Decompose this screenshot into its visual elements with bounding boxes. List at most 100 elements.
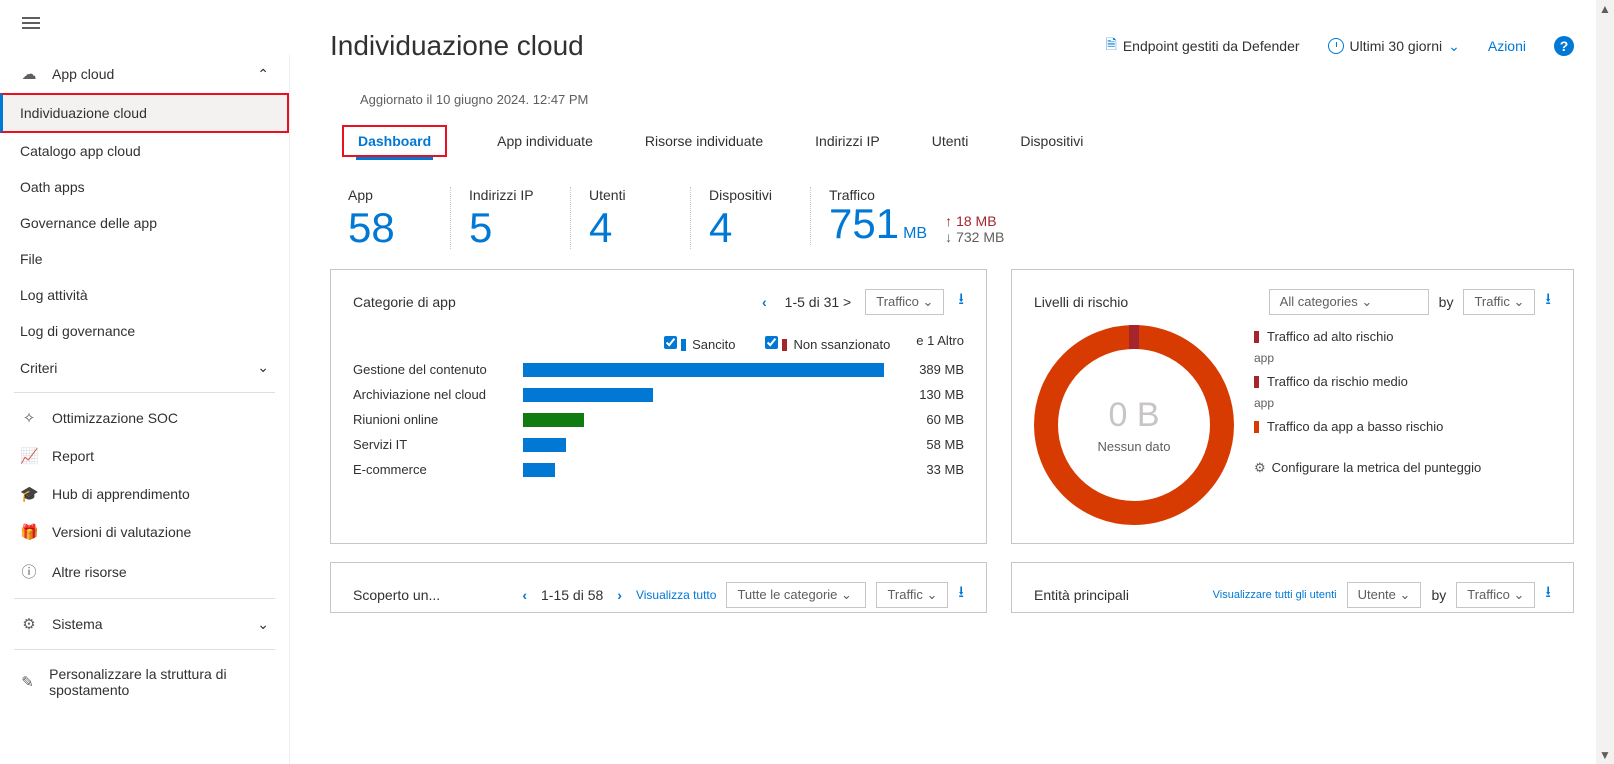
sidebar-item-catalogo[interactable]: Catalogo app cloud	[0, 133, 289, 169]
scroll-down-icon[interactable]: ▼	[1597, 746, 1613, 764]
donut-chart: 0 B Nessun dato	[1034, 325, 1234, 525]
sidebar-item-label: Altre risorse	[52, 564, 127, 580]
configure-score-link[interactable]: Configurare la metrica del punteggio	[1254, 456, 1481, 479]
tab-risorse-individuate[interactable]: Risorse individuate	[643, 125, 765, 157]
sidebar-item-hub-apprendimento[interactable]: 🎓 Hub di apprendimento	[0, 475, 289, 513]
page-actions: 🗎 Endpoint gestiti da Defender Ultimi 30…	[1106, 34, 1574, 58]
chevron-down-icon: ⌄	[1513, 294, 1524, 309]
bar-row[interactable]: Riunioni online60 MB	[353, 412, 964, 427]
bar-label: Archiviazione nel cloud	[353, 387, 523, 402]
bar-fill	[523, 413, 584, 427]
bar-track	[523, 463, 884, 477]
view-all-users-link[interactable]: Visualizzare tutti gli utenti	[1213, 589, 1337, 601]
tab-indirizzi-ip[interactable]: Indirizzi IP	[813, 125, 882, 157]
sidebar-item-label: Hub di apprendimento	[52, 486, 190, 502]
pager-next[interactable]: ›	[613, 587, 626, 603]
edit-icon: ✎	[20, 673, 35, 691]
tab-dashboard[interactable]: Dashboard	[356, 125, 433, 160]
risk-levels-card: Livelli di rischio All categories ⌄ by T…	[1011, 269, 1574, 544]
risk-category-select[interactable]: All categories ⌄	[1269, 289, 1429, 315]
bar-fill	[523, 388, 653, 402]
tab-app-individuate[interactable]: App individuate	[495, 125, 595, 157]
download-icon[interactable]: ⭳	[1545, 581, 1551, 608]
chevron-down-icon: ⌄	[257, 616, 269, 633]
tab-utenti[interactable]: Utenti	[930, 125, 971, 157]
legend-other: e 1 Altro	[916, 333, 964, 352]
stat-devices[interactable]: Dispositivi 4	[690, 187, 780, 249]
sidebar-item-oath-apps[interactable]: Oath apps	[0, 169, 289, 205]
download-icon[interactable]: ⭳	[958, 581, 964, 608]
sidebar-item-report[interactable]: 📈 Report	[0, 437, 289, 475]
risk-sublabel: app	[1254, 348, 1481, 370]
sidebar-item-sistema[interactable]: ⚙ Sistema ⌄	[0, 605, 289, 643]
card-title: Scoperto un...	[353, 587, 440, 603]
endpoint-selector[interactable]: 🗎 Endpoint gestiti da Defender	[1106, 34, 1300, 58]
sidebar-item-label: Criteri	[20, 360, 57, 376]
stat-value: 4	[589, 207, 660, 249]
stat-ip[interactable]: Indirizzi IP 5	[450, 187, 540, 249]
hamburger-menu-icon[interactable]	[22, 14, 40, 32]
sidebar-item-ottimizzazione-soc[interactable]: ✧ Ottimizzazione SOC	[0, 399, 289, 437]
bar-row[interactable]: E-commerce 33 MB	[353, 462, 964, 477]
stat-app[interactable]: App 58	[330, 187, 420, 249]
info-icon: ⓘ	[20, 561, 38, 582]
vertical-scrollbar[interactable]: ▲ ▼	[1596, 0, 1614, 764]
pager-prev[interactable]: ‹	[758, 294, 771, 310]
entity-type-select[interactable]: Utente ⌄	[1347, 582, 1422, 608]
sort-select[interactable]: Traffico ⌄	[865, 289, 944, 315]
donut-mark	[1129, 325, 1139, 349]
sidebar-divider	[14, 392, 275, 393]
bar-track	[523, 363, 884, 377]
actions-menu[interactable]: Azioni	[1488, 38, 1526, 54]
sidebar-item-governance-app[interactable]: Governance delle app	[0, 205, 289, 241]
sidebar-divider	[14, 649, 275, 650]
wand-icon: ✧	[20, 409, 38, 427]
chevron-down-icon: ⌄	[926, 587, 937, 602]
stat-label: App	[348, 187, 420, 203]
sidebar-item-criteri[interactable]: Criteri ⌄	[0, 349, 289, 386]
legend-non-sanzionato[interactable]: Non ssanzionato	[761, 333, 890, 352]
risk-metric-select[interactable]: Traffic ⌄	[1463, 289, 1535, 315]
sidebar-item-label: Individuazione cloud	[20, 105, 147, 121]
timerange-selector[interactable]: Ultimi 30 giorni ⌄	[1328, 38, 1460, 55]
stat-users[interactable]: Utenti 4	[570, 187, 660, 249]
discovered-category-select[interactable]: Tutte le categorie ⌄	[726, 582, 866, 608]
bar-fill	[523, 363, 884, 377]
sidebar-item-label: Catalogo app cloud	[20, 143, 141, 159]
bar-track	[523, 438, 884, 452]
pager-prev[interactable]: ‹	[518, 587, 531, 603]
sidebar-group-app-cloud[interactable]: ☁ App cloud ⌃	[0, 55, 289, 93]
timerange-label: Ultimi 30 giorni	[1350, 38, 1443, 54]
sidebar-item-individuazione-cloud[interactable]: Individuazione cloud	[0, 93, 289, 133]
download-icon[interactable]: ⭳	[958, 288, 964, 315]
stat-traffic[interactable]: Traffico 751MB ↑18 MB ↓732 MB	[810, 187, 1004, 245]
entity-metric-select[interactable]: Traffico ⌄	[1456, 582, 1535, 608]
sidebar-item-personalizza-nav[interactable]: ✎ Personalizzare la struttura di spostam…	[0, 656, 289, 708]
bar-value: 33 MB	[894, 462, 964, 477]
legend-sancito[interactable]: Sancito	[660, 333, 735, 352]
scroll-up-icon[interactable]: ▲	[1597, 0, 1613, 18]
sidebar-item-altre-risorse[interactable]: ⓘ Altre risorse	[0, 551, 289, 592]
stat-value: 751	[829, 200, 899, 247]
chevron-down-icon: ⌄	[1400, 587, 1411, 602]
tab-dispositivi[interactable]: Dispositivi	[1018, 125, 1085, 157]
bar-row[interactable]: Archiviazione nel cloud130 MB	[353, 387, 964, 402]
sidebar-item-versioni-valutazione[interactable]: 🎁 Versioni di valutazione	[0, 513, 289, 551]
download-icon[interactable]: ⭳	[1545, 288, 1551, 315]
tab-bar: Dashboard App individuate Risorse indivi…	[342, 125, 1574, 157]
pager-text: 1-15 di 58	[541, 587, 603, 603]
legend-checkbox-nonsanz[interactable]	[765, 336, 778, 349]
sidebar-item-log-governance[interactable]: Log di governance	[0, 313, 289, 349]
donut-nodata: Nessun dato	[1098, 439, 1171, 454]
endpoint-label: Endpoint gestiti da Defender	[1123, 38, 1300, 54]
help-icon[interactable]: ?	[1554, 36, 1574, 56]
bar-row[interactable]: Servizi IT58 MB	[353, 437, 964, 452]
bar-label: E-commerce	[353, 462, 523, 477]
discovered-metric-select[interactable]: Traffic ⌄	[876, 582, 948, 608]
bar-row[interactable]: Gestione del contenuto389 MB	[353, 362, 964, 377]
stat-value: 5	[469, 207, 540, 249]
legend-checkbox-sancito[interactable]	[664, 336, 677, 349]
sidebar-item-log-attivita[interactable]: Log attività	[0, 277, 289, 313]
sidebar-item-file[interactable]: File	[0, 241, 289, 277]
view-all-link[interactable]: Visualizza tutto	[636, 588, 717, 602]
